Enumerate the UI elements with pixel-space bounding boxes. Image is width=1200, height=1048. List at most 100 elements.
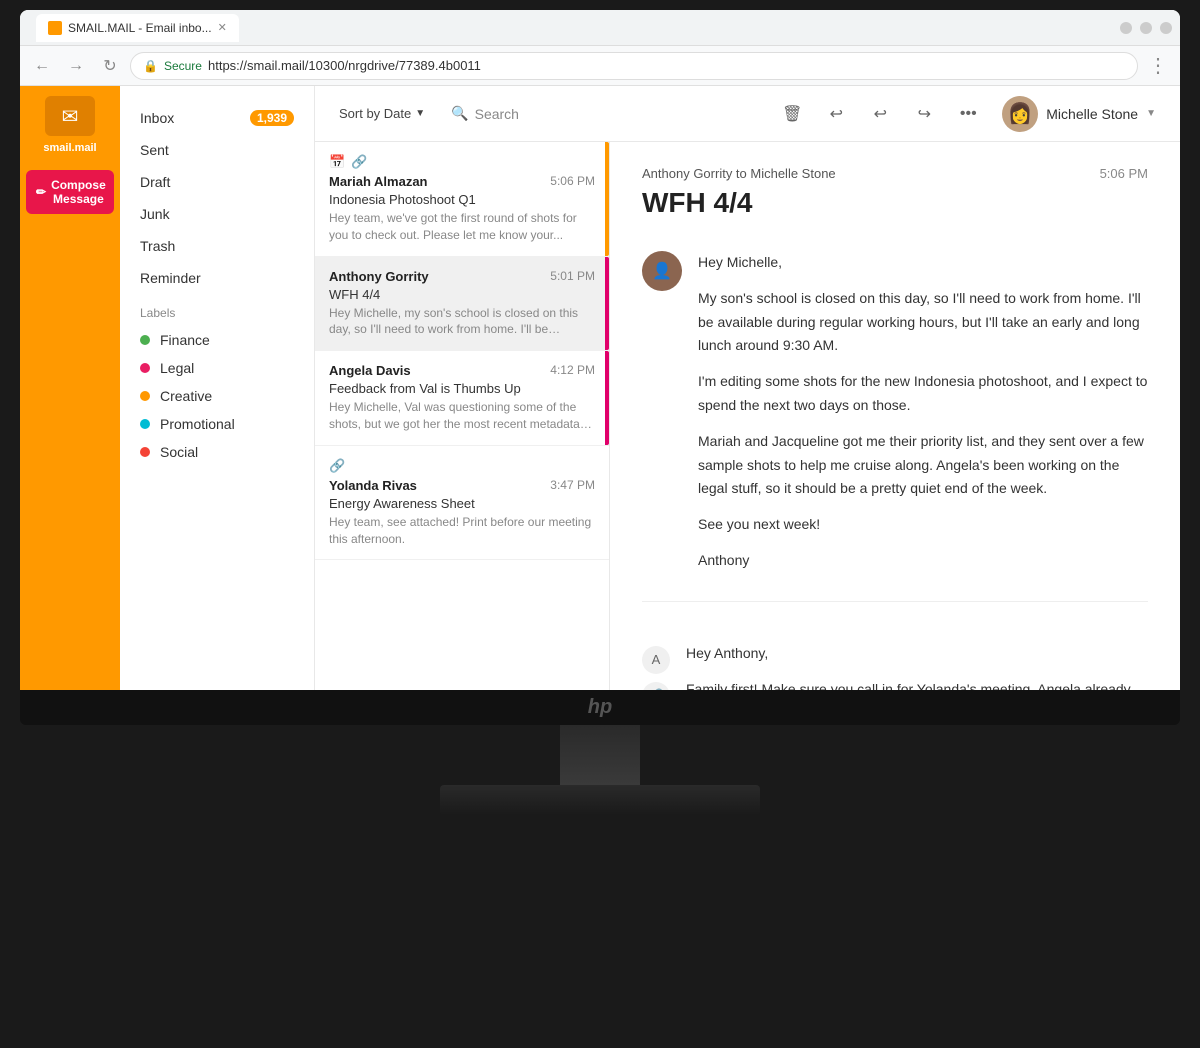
forward-button[interactable]: → (62, 52, 90, 80)
label-social[interactable]: Social (120, 438, 314, 466)
email-subject: Feedback from Val is Thumbs Up (329, 381, 595, 396)
search-area[interactable]: 🔍 Search (443, 99, 527, 128)
tab-close-button[interactable]: ✕ (218, 21, 227, 34)
avatar-image: 👩 (1008, 101, 1033, 126)
monitor-stand-neck (560, 725, 640, 785)
email-preview: Hey Michelle, Val was questioning some o… (329, 399, 595, 433)
minimize-button[interactable] (1120, 22, 1132, 34)
finance-dot (140, 335, 150, 345)
maximize-button[interactable] (1140, 22, 1152, 34)
email-time: 5:01 PM (550, 269, 595, 283)
compose-label: Compose Message (51, 178, 106, 206)
search-icon: 🔍 (451, 105, 468, 122)
reply-attachment-icon: 🔗 (642, 682, 670, 690)
trash-label: Trash (140, 238, 175, 254)
email-time: 4:12 PM (550, 363, 595, 377)
email-time: 5:06 PM (550, 174, 595, 188)
email-item[interactable]: Anthony Gorrity 5:01 PM WFH 4/4 Hey Mich… (315, 257, 609, 352)
sender-avatar-icon: 👤 (652, 261, 672, 281)
more-button[interactable]: ••• (950, 96, 986, 132)
window-controls (1120, 22, 1172, 34)
inbox-label: Inbox (140, 110, 174, 126)
sort-button[interactable]: Sort by Date ▼ (331, 100, 433, 127)
body-greeting: Hey Michelle, (698, 251, 1148, 275)
nav-item-inbox[interactable]: Inbox 1,939 (120, 102, 314, 134)
email-item-icons: 🔗 (329, 458, 595, 474)
email-time: 3:47 PM (550, 478, 595, 492)
reply-icons: A 🔗 (642, 642, 670, 690)
email-sender: Mariah Almazan (329, 174, 428, 189)
monitor-stand-base (440, 785, 760, 815)
labels-section-title: Labels (120, 294, 314, 326)
nav-item-trash[interactable]: Trash (120, 230, 314, 262)
reply-icon: ↩ (830, 104, 843, 124)
sender-avatar: 👤 (642, 251, 682, 291)
email-subject: Energy Awareness Sheet (329, 496, 595, 511)
body-para-1: My son's school is closed on this day, s… (698, 287, 1148, 358)
toolbar-actions: 🗑 ↩ ↩ ↪ ••• (774, 92, 1164, 136)
nav-item-junk[interactable]: Junk (120, 198, 314, 230)
social-label: Social (160, 444, 198, 460)
sort-label: Sort by Date (339, 106, 411, 121)
user-name: Michelle Stone (1046, 106, 1138, 122)
promotional-label: Promotional (160, 416, 235, 432)
forward-button[interactable]: ↪ (906, 96, 942, 132)
left-nav: Inbox 1,939 Sent Draft Junk Trash Remind… (120, 86, 315, 690)
nav-item-sent[interactable]: Sent (120, 134, 314, 166)
address-bar[interactable]: 🔒 Secure https://smail.mail/10300/nrgdri… (130, 52, 1138, 80)
refresh-button[interactable]: ↻ (96, 52, 124, 80)
user-profile[interactable]: 👩 Michelle Stone ▼ (994, 92, 1164, 136)
user-dropdown-icon: ▼ (1146, 108, 1156, 119)
search-label: Search (475, 106, 519, 122)
attachment-icon: 🔗 (329, 458, 345, 474)
reply-body: Hey Anthony, Family first! Make sure you… (686, 642, 1148, 690)
label-legal[interactable]: Legal (120, 354, 314, 382)
email-detail-from: Anthony Gorrity to Michelle Stone (642, 166, 836, 181)
compose-icon: ✏ (36, 185, 46, 199)
email-subject: WFH 4/4 (329, 287, 595, 302)
email-sender: Yolanda Rivas (329, 478, 417, 493)
inbox-badge: 1,939 (250, 110, 294, 126)
delete-button[interactable]: 🗑 (774, 96, 810, 132)
reply-button[interactable]: ↩ (818, 96, 854, 132)
monitor-bezel: hp (20, 690, 1180, 725)
email-subject: Indonesia Photoshoot Q1 (329, 192, 595, 207)
reply-all-button[interactable]: ↩ (862, 96, 898, 132)
email-body-block: 👤 Hey Michelle, My son's school is close… (642, 235, 1148, 602)
legal-dot (140, 363, 150, 373)
nav-item-reminder[interactable]: Reminder (120, 262, 314, 294)
label-creative[interactable]: Creative (120, 382, 314, 410)
reminder-label: Reminder (140, 270, 201, 286)
sidebar: ✉ smail.mail ✏ Compose Message (20, 86, 120, 690)
browser-tab[interactable]: SMAIL.MAIL - Email inbo... ✕ (36, 14, 239, 42)
email-header: Angela Davis 4:12 PM (329, 363, 595, 378)
email-detail-header: Anthony Gorrity to Michelle Stone 5:06 P… (642, 166, 1148, 181)
email-item[interactable]: 🔗 Yolanda Rivas 3:47 PM Energy Awareness… (315, 446, 609, 561)
back-button[interactable]: ← (28, 52, 56, 80)
email-item[interactable]: Angela Davis 4:12 PM Feedback from Val i… (315, 351, 609, 446)
sort-dropdown-icon: ▼ (415, 108, 425, 119)
label-promotional[interactable]: Promotional (120, 410, 314, 438)
secure-label: Secure (164, 59, 202, 73)
body-signature: Anthony (698, 549, 1148, 573)
email-detail-panel: Anthony Gorrity to Michelle Stone 5:06 P… (610, 142, 1180, 690)
forward-icon: ↪ (918, 104, 931, 124)
junk-label: Junk (140, 206, 170, 222)
email-preview: Hey team, we've got the first round of s… (329, 210, 595, 244)
email-sender: Angela Davis (329, 363, 411, 378)
email-item[interactable]: 📅 🔗 Mariah Almazan 5:06 PM Indonesia Pho… (315, 142, 609, 257)
email-detail-subject: WFH 4/4 (642, 187, 1148, 219)
nav-item-draft[interactable]: Draft (120, 166, 314, 198)
reply-all-icon: ↩ (874, 104, 887, 124)
compose-button[interactable]: ✏ Compose Message (26, 170, 114, 214)
body-para-2: I'm editing some shots for the new Indon… (698, 370, 1148, 418)
brand-name: smail.mail (43, 142, 96, 154)
url-text: https://smail.mail/10300/nrgdrive/77389.… (208, 58, 481, 73)
close-button[interactable] (1160, 22, 1172, 34)
email-priority-strip (605, 142, 609, 256)
draft-label: Draft (140, 174, 170, 190)
browser-menu-button[interactable]: ⋮ (1144, 52, 1172, 80)
email-header: Mariah Almazan 5:06 PM (329, 174, 595, 189)
label-finance[interactable]: Finance (120, 326, 314, 354)
email-body: Hey Michelle, My son's school is closed … (698, 251, 1148, 585)
